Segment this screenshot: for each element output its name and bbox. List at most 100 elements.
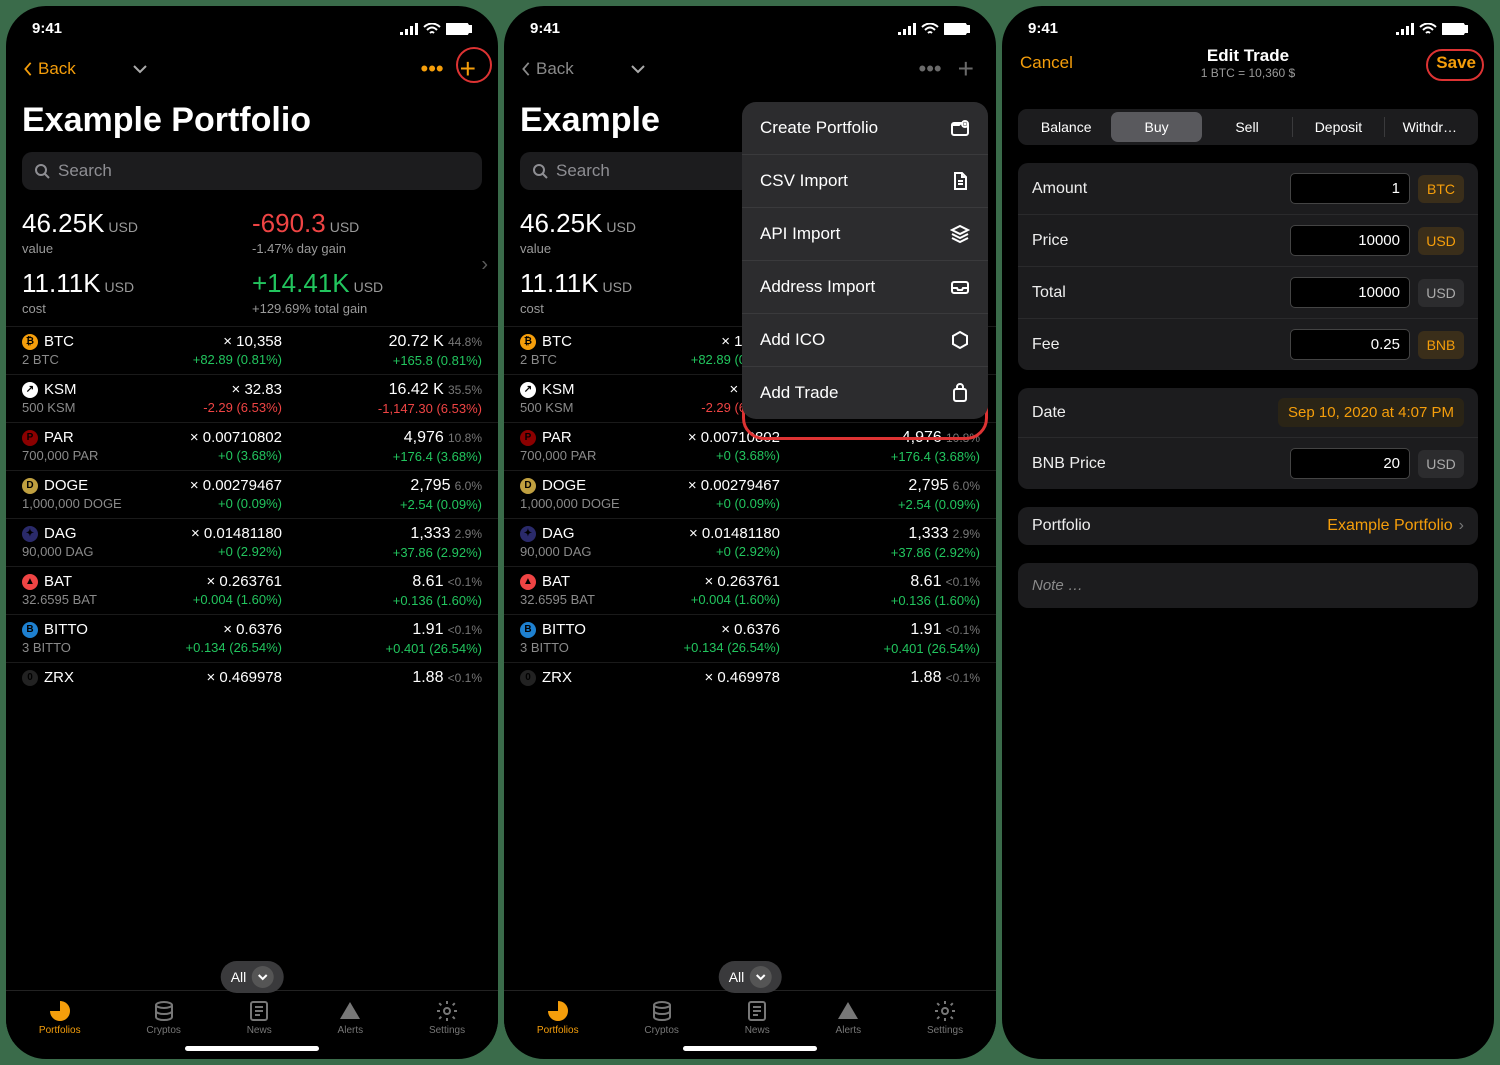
coin-list[interactable]: ₿BTC 2 BTC × 10,358 +82.89 (0.81%) 20.72…	[6, 326, 498, 990]
more-menu-button[interactable]: •••	[411, 56, 454, 82]
more-menu-button[interactable]: •••	[909, 56, 952, 82]
save-button[interactable]: Save	[1436, 53, 1476, 73]
summary-daygain-pct: -1.47% day gain	[252, 241, 482, 256]
coin-row[interactable]: ₿BTC 2 BTC × 10,358 +82.89 (0.81%) 20.72…	[6, 326, 498, 374]
coin-price-change: +0 (0.09%)	[162, 496, 282, 511]
coin-alloc-pct: <0.1%	[946, 671, 980, 685]
coin-price-change: +0 (2.92%)	[162, 544, 282, 559]
dropdown-item-label: API Import	[760, 224, 840, 244]
coin-list[interactable]: ₿BTC 2 BTC × 10,358 +82.89 (0.81%) 20.72…	[504, 326, 996, 990]
tab-settings[interactable]: Settings	[927, 999, 963, 1036]
dropdown-item-api-import[interactable]: API Import	[742, 208, 988, 261]
date-label: Date	[1032, 404, 1278, 422]
fee-input[interactable]	[1290, 329, 1410, 360]
total-unit-button[interactable]: USD	[1418, 279, 1464, 307]
back-button[interactable]: Back	[22, 59, 76, 79]
back-button[interactable]: Back	[520, 59, 574, 79]
coin-row[interactable]: ↗KSM 500 KSM × 32.83 -2.29 (6.53%) 16.42…	[6, 374, 498, 422]
portfolio-dropdown-toggle[interactable]	[630, 59, 646, 79]
coin-price-change: +0.004 (1.60%)	[162, 592, 282, 607]
search-icon	[532, 163, 548, 179]
signal-icon	[1396, 23, 1414, 35]
portfolio-row[interactable]: Portfolio Example Portfolio›	[1018, 507, 1478, 545]
bnb-price-row: BNB Price USD	[1018, 438, 1478, 489]
dropdown-item-create-portfolio[interactable]: Create Portfolio	[742, 102, 988, 155]
price-unit-button[interactable]: USD	[1418, 227, 1464, 255]
dropdown-item-add-ico[interactable]: Add ICO	[742, 314, 988, 367]
tab-cryptos[interactable]: Cryptos	[146, 999, 180, 1036]
tab-label: Cryptos	[644, 1025, 678, 1036]
coin-price: × 0.00279467	[660, 477, 780, 494]
coin-price-change: +0 (0.09%)	[660, 496, 780, 511]
coin-value-change: +37.86 (2.92%)	[780, 545, 980, 560]
add-button[interactable]: +	[952, 53, 980, 85]
coin-price-change: +0 (2.92%)	[660, 544, 780, 559]
coin-price: × 0.263761	[660, 573, 780, 590]
price-input[interactable]	[1290, 225, 1410, 256]
coin-row[interactable]: ▲BAT 32.6595 BAT × 0.263761 +0.004 (1.60…	[6, 566, 498, 614]
add-button[interactable]: +	[454, 53, 482, 85]
portfolio-dropdown-toggle[interactable]	[132, 59, 148, 79]
bnb-price-unit-button[interactable]: USD	[1418, 450, 1464, 478]
trade-type-segmented[interactable]: BalanceBuySellDepositWithdr…	[1018, 109, 1478, 145]
status-time: 9:41	[32, 20, 62, 37]
coin-row[interactable]: BBITTO 3 BITTO × 0.6376 +0.134 (26.54%) …	[504, 614, 996, 662]
segment-sell[interactable]: Sell	[1202, 112, 1292, 142]
tab-news[interactable]: News	[745, 999, 770, 1036]
coin-row[interactable]: DDOGE 1,000,000 DOGE × 0.00279467 +0 (0.…	[6, 470, 498, 518]
coin-value-change: +2.54 (0.09%)	[282, 497, 482, 512]
coin-row[interactable]: 0ZRX × 0.469978 1.88 <0.1%	[504, 662, 996, 695]
portfolio-summary[interactable]: 46.25KUSD value -690.3USD -1.47% day gai…	[6, 204, 498, 326]
coin-row[interactable]: 0ZRX × 0.469978 1.88 <0.1%	[6, 662, 498, 695]
segment-withdr[interactable]: Withdr…	[1385, 112, 1475, 142]
dropdown-item-address-import[interactable]: Address Import	[742, 261, 988, 314]
coin-row[interactable]: ▲BAT 32.6595 BAT × 0.263761 +0.004 (1.60…	[504, 566, 996, 614]
tab-news[interactable]: News	[247, 999, 272, 1036]
tab-label: Cryptos	[146, 1025, 180, 1036]
coin-row[interactable]: ✦DAG 90,000 DAG × 0.01481180 +0 (2.92%) …	[6, 518, 498, 566]
tab-alerts[interactable]: Alerts	[836, 999, 862, 1036]
coin-value-change: +2.54 (0.09%)	[780, 497, 980, 512]
status-bar: 9:41	[6, 6, 498, 43]
coin-price-change: +0.134 (26.54%)	[162, 640, 282, 655]
total-input[interactable]	[1290, 277, 1410, 308]
tab-settings[interactable]: Settings	[429, 999, 465, 1036]
amount-input[interactable]	[1290, 173, 1410, 204]
coin-row[interactable]: DDOGE 1,000,000 DOGE × 0.00279467 +0 (0.…	[504, 470, 996, 518]
tab-cryptos[interactable]: Cryptos	[644, 999, 678, 1036]
note-input[interactable]: Note …	[1018, 563, 1478, 608]
coin-price-change: +0.004 (1.60%)	[660, 592, 780, 607]
amount-unit-button[interactable]: BTC	[1418, 175, 1464, 203]
coin-symbol: BAT	[542, 573, 570, 590]
coin-value: 1,333	[908, 525, 948, 542]
cancel-button[interactable]: Cancel	[1020, 53, 1073, 73]
tab-portfolios[interactable]: Portfolios	[537, 999, 579, 1036]
coin-row[interactable]: PPAR 700,000 PAR × 0.00710802 +0 (3.68%)…	[6, 422, 498, 470]
filter-all-pill[interactable]: All	[719, 961, 782, 993]
search-input[interactable]: Search	[22, 152, 482, 190]
bnb-price-input[interactable]	[1290, 448, 1410, 479]
coin-row[interactable]: ✦DAG 90,000 DAG × 0.01481180 +0 (2.92%) …	[504, 518, 996, 566]
coin-symbol: DOGE	[542, 477, 586, 494]
dropdown-item-csv-import[interactable]: CSV Import	[742, 155, 988, 208]
segment-buy[interactable]: Buy	[1111, 112, 1201, 142]
coin-holdings: 3 BITTO	[22, 640, 162, 655]
segment-deposit[interactable]: Deposit	[1293, 112, 1383, 142]
tab-alerts[interactable]: Alerts	[338, 999, 364, 1036]
coin-icon: ₿	[22, 334, 38, 350]
coin-value: 16.42 K	[389, 381, 444, 398]
segment-balance[interactable]: Balance	[1021, 112, 1111, 142]
coin-row[interactable]: PPAR 700,000 PAR × 0.00710802 +0 (3.68%)…	[504, 422, 996, 470]
coin-symbol: DOGE	[44, 477, 88, 494]
coin-alloc-pct: <0.1%	[448, 623, 482, 637]
dropdown-item-add-trade[interactable]: Add Trade	[742, 367, 988, 419]
coin-row[interactable]: BBITTO 3 BITTO × 0.6376 +0.134 (26.54%) …	[6, 614, 498, 662]
total-row: Total USD	[1018, 267, 1478, 319]
date-row[interactable]: Date Sep 10, 2020 at 4:07 PM	[1018, 388, 1478, 438]
filter-all-label: All	[729, 969, 745, 985]
tab-portfolios[interactable]: Portfolios	[39, 999, 81, 1036]
coin-price: × 0.6376	[660, 621, 780, 638]
filter-all-pill[interactable]: All	[221, 961, 284, 993]
coin-icon: 0	[520, 670, 536, 686]
fee-unit-button[interactable]: BNB	[1418, 331, 1464, 359]
